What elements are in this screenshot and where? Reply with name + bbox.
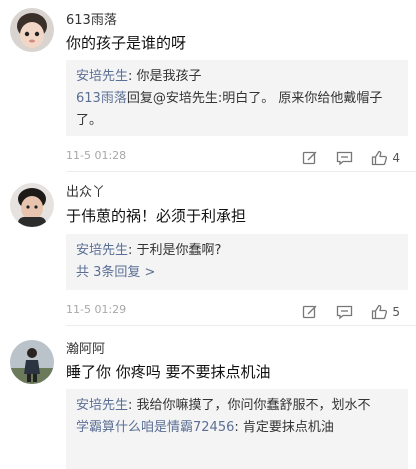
reply-text: 于利是你蠢啊?	[136, 243, 222, 258]
thumbs-up-icon	[372, 150, 388, 166]
reply-author[interactable]: 安培先生	[76, 243, 128, 258]
edit-icon	[303, 305, 317, 319]
comment-item: 瀚阿阿 睡了你 你疼吗 要不要抹点机油 安培先生: 我给你嘛摸了，你问你蠢舒服不…	[0, 330, 416, 469]
reply-item[interactable]: 安培先生: 我给你嘛摸了，你问你蠢舒服不，划水不	[76, 395, 398, 417]
comment-icon	[337, 305, 353, 320]
comment-meta: 11-5 01:29 5	[66, 303, 408, 321]
reply-separator: :	[234, 420, 243, 435]
reply-box[interactable]: 安培先生: 我给你嘛摸了，你问你蠢舒服不，划水不 学霸算什么咱是情霸72456:…	[66, 389, 408, 469]
reply-item[interactable]: 613雨落回复@安培先生:明白了。 原来你给他戴帽子了。	[76, 88, 398, 132]
reply-separator: :	[128, 398, 137, 413]
reply-separator: 回复	[126, 91, 153, 106]
reply-author[interactable]: 安培先生	[76, 69, 128, 84]
reply-text: 肯定要抹点机油	[242, 420, 334, 435]
reply-text: 我给你嘛摸了，你问你蠢舒服不，划水不	[136, 398, 371, 413]
like-button[interactable]: 5	[371, 304, 400, 320]
reply-button[interactable]	[336, 150, 353, 166]
reply-box[interactable]: 安培先生: 于利是你蠢啊? 共 3条回复 >	[66, 234, 408, 290]
like-button[interactable]: 4	[371, 150, 400, 166]
reply-author[interactable]: 安培先生	[76, 398, 128, 413]
avatar[interactable]	[10, 183, 54, 227]
comment-item: 613雨落 你的孩子是谁的呀 安培先生: 你是我孩子 613雨落回复@安培先生:…	[0, 0, 416, 172]
comment-icon	[337, 151, 353, 166]
username[interactable]: 瀚阿阿	[66, 338, 105, 357]
comment-meta: 11-5 01:28 4	[66, 149, 408, 167]
avatar[interactable]	[10, 8, 54, 52]
reply-separator: :	[128, 69, 137, 84]
reply-author[interactable]: 学霸算什么咱是情霸72456	[76, 420, 234, 435]
like-count: 4	[392, 151, 400, 165]
avatar[interactable]	[10, 340, 54, 384]
like-count: 5	[392, 305, 400, 319]
comment-actions: 4	[284, 149, 400, 167]
thumbs-up-icon	[372, 304, 388, 320]
timestamp: 11-5 01:29	[66, 303, 127, 316]
reply-button[interactable]	[336, 304, 353, 320]
timestamp: 11-5 01:28	[66, 149, 127, 162]
username[interactable]: 出众丫	[66, 181, 105, 200]
more-replies-link[interactable]: 共 3条回复 >	[76, 262, 398, 284]
reply-box[interactable]: 安培先生: 你是我孩子 613雨落回复@安培先生:明白了。 原来你给他戴帽子了。	[66, 60, 408, 136]
reply-text: 你是我孩子	[136, 69, 202, 84]
reply-separator: :	[128, 243, 137, 258]
reply-item[interactable]: 安培先生: 你是我孩子	[76, 66, 398, 88]
username[interactable]: 613雨落	[66, 9, 117, 28]
reply-item[interactable]: 学霸算什么咱是情霸72456: 肯定要抹点机油	[76, 417, 398, 439]
comment-text: 你的孩子是谁的呀	[66, 34, 187, 52]
comment-actions: 5	[284, 303, 400, 321]
comment-text: 睡了你 你疼吗 要不要抹点机油	[66, 363, 271, 381]
comment-item: 出众丫 于伟葸的祸！必须于利承担 安培先生: 于利是你蠢啊? 共 3条回复 > …	[0, 172, 416, 332]
edit-button[interactable]	[302, 150, 318, 166]
edit-button[interactable]	[302, 304, 318, 320]
edit-icon	[303, 151, 317, 165]
reply-item[interactable]: 安培先生: 于利是你蠢啊?	[76, 240, 398, 262]
comment-text: 于伟葸的祸！必须于利承担	[66, 207, 247, 225]
reply-author[interactable]: 613雨落	[76, 91, 127, 106]
divider	[66, 325, 416, 326]
